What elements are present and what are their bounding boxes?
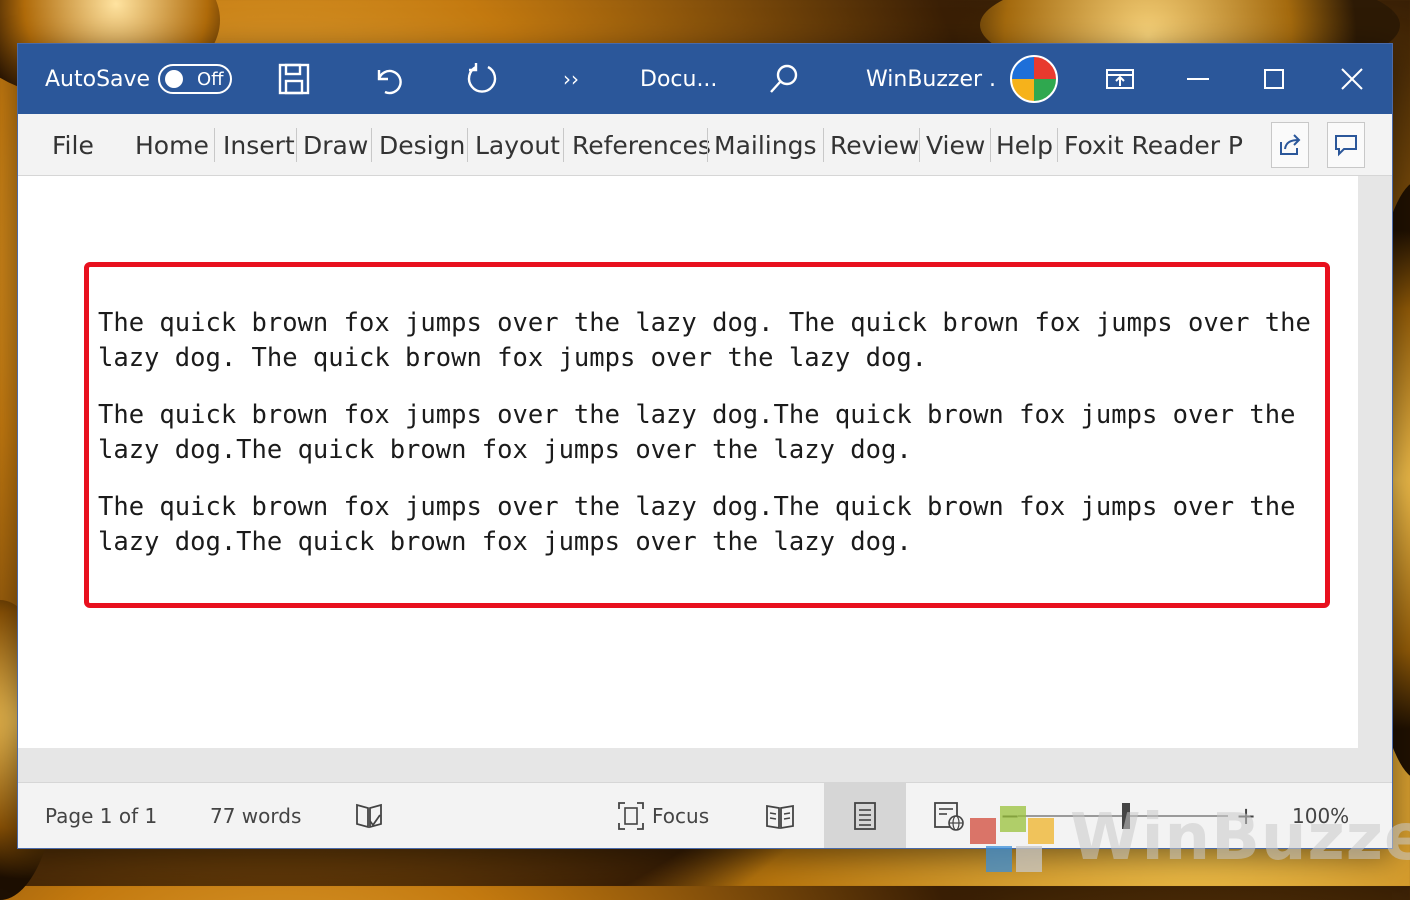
undo-icon[interactable] <box>368 59 408 99</box>
tab-view[interactable]: View <box>926 114 985 176</box>
vertical-scrollbar[interactable] <box>1358 176 1392 748</box>
word-window: AutoSave Off ›› Docu... WinBuzzer . File… <box>18 44 1392 848</box>
document-page[interactable]: The quick brown fox jumps over the lazy … <box>18 176 1358 748</box>
watermark-text: WinBuzzer <box>1070 801 1410 875</box>
tab-insert[interactable]: Insert <box>223 114 295 176</box>
search-icon[interactable] <box>764 59 804 99</box>
tab-draw[interactable]: Draw <box>303 114 368 176</box>
redo-icon[interactable] <box>462 59 502 99</box>
tab-divider <box>990 128 991 162</box>
print-layout-icon <box>850 797 880 835</box>
tab-design[interactable]: Design <box>379 114 465 176</box>
tab-divider <box>467 128 468 162</box>
user-name[interactable]: WinBuzzer . <box>866 44 996 114</box>
tab-divider <box>563 128 564 162</box>
tab-divider <box>707 128 708 162</box>
tab-layout[interactable]: Layout <box>475 114 560 176</box>
read-mode-icon[interactable] <box>764 797 796 835</box>
tab-divider <box>919 128 920 162</box>
paragraph[interactable]: The quick brown fox jumps over the lazy … <box>98 398 1338 468</box>
tab-review[interactable]: Review <box>830 114 919 176</box>
tab-home[interactable]: Home <box>135 114 209 176</box>
ribbon-tabs: File Home Insert Draw Design Layout Refe… <box>18 114 1392 176</box>
ribbon-display-options-icon[interactable] <box>1100 59 1140 99</box>
tab-divider <box>214 128 215 162</box>
close-button[interactable] <box>1332 59 1372 99</box>
document-area: The quick brown fox jumps over the lazy … <box>18 176 1392 782</box>
tab-file[interactable]: File <box>52 114 94 176</box>
page-count[interactable]: Page 1 of 1 <box>45 783 157 848</box>
tab-divider <box>1057 128 1058 162</box>
proofing-icon[interactable] <box>352 797 386 835</box>
document-title[interactable]: Docu... <box>640 44 717 114</box>
toggle-knob <box>165 70 183 88</box>
paragraph[interactable]: The quick brown fox jumps over the lazy … <box>98 306 1338 376</box>
user-avatar[interactable] <box>1010 55 1058 103</box>
save-icon[interactable] <box>274 59 314 99</box>
tab-divider <box>823 128 824 162</box>
tab-references[interactable]: References <box>572 114 711 176</box>
autosave-toggle[interactable]: Off <box>158 64 232 94</box>
tab-divider <box>296 128 297 162</box>
share-icon <box>1280 134 1301 155</box>
autosave-label: AutoSave <box>45 66 151 92</box>
comments-button[interactable] <box>1327 122 1365 168</box>
focus-button[interactable]: Focus <box>652 783 709 848</box>
focus-icon[interactable] <box>616 797 646 835</box>
paragraph[interactable]: The quick brown fox jumps over the lazy … <box>98 490 1338 560</box>
share-button[interactable] <box>1271 122 1309 168</box>
tab-divider <box>371 128 372 162</box>
comment-icon <box>1335 135 1357 157</box>
title-bar: AutoSave Off ›› Docu... WinBuzzer . <box>18 44 1392 114</box>
tab-mailings[interactable]: Mailings <box>714 114 816 176</box>
word-count[interactable]: 77 words <box>210 783 301 848</box>
more-commands-button[interactable]: ›› <box>563 44 579 114</box>
minimize-button[interactable] <box>1178 59 1218 99</box>
tab-foxit-reader[interactable]: Foxit Reader PI <box>1064 114 1244 176</box>
maximize-button[interactable] <box>1254 59 1294 99</box>
tab-help[interactable]: Help <box>996 114 1053 176</box>
autosave-state: Off <box>197 68 224 90</box>
